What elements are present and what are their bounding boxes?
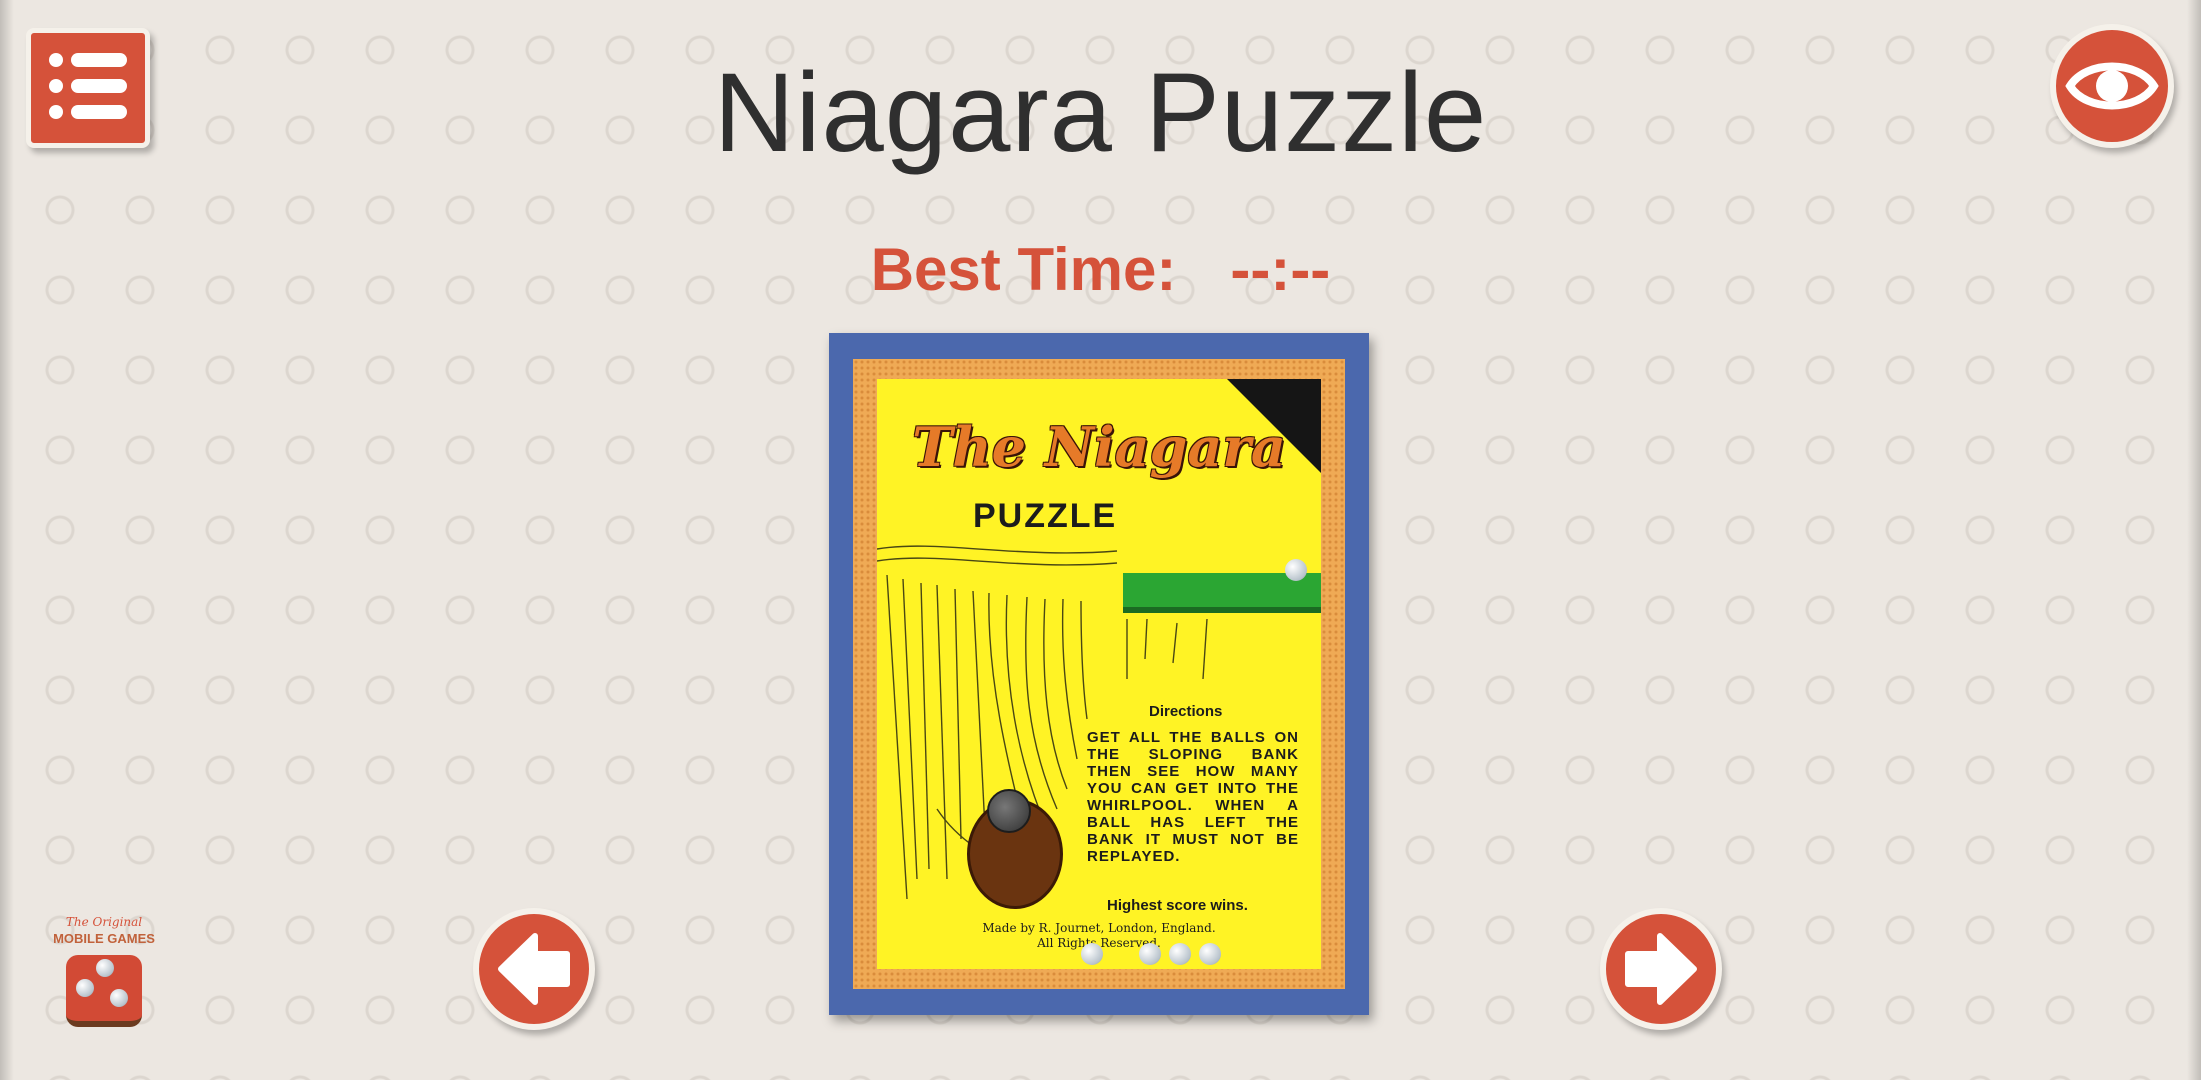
directions-footer: Highest score wins. bbox=[1107, 897, 1248, 914]
ball[interactable] bbox=[1169, 943, 1191, 965]
directions-title: Directions bbox=[1149, 703, 1223, 720]
brand-logo[interactable]: The Original MOBILE GAMES bbox=[44, 915, 174, 1035]
puzzle-brand: The Niagara bbox=[912, 415, 1286, 479]
previous-puzzle-button[interactable] bbox=[473, 908, 595, 1030]
arrow-right-icon bbox=[1625, 933, 1697, 1005]
puzzle-board[interactable]: The Niagara PUZZLE Directions GET ALL TH… bbox=[829, 333, 1369, 1015]
directions-text: GET ALL THE BALLS ON THE SLOPING BANK TH… bbox=[1087, 729, 1299, 865]
maker-line-1: Made by R. Journet, London, England. bbox=[982, 921, 1216, 935]
logo-ball bbox=[96, 959, 114, 977]
dice-logo-icon bbox=[66, 955, 142, 1027]
best-time-value: --:-- bbox=[1230, 236, 1331, 303]
whirlpool-hole bbox=[987, 789, 1031, 833]
logo-title: MOBILE GAMES bbox=[53, 931, 155, 946]
arrow-left-icon bbox=[498, 933, 570, 1005]
ball[interactable] bbox=[1139, 943, 1161, 965]
page-title: Niagara Puzzle bbox=[713, 50, 1488, 175]
best-time-label: Best Time: bbox=[870, 236, 1177, 303]
ball[interactable] bbox=[1081, 943, 1103, 965]
logo-tagline: The Original bbox=[65, 915, 143, 929]
puzzle-subtitle: PUZZLE bbox=[973, 497, 1118, 535]
ball[interactable] bbox=[1199, 943, 1221, 965]
ball[interactable] bbox=[1285, 559, 1307, 581]
best-time: Best Time: --:-- bbox=[0, 230, 2201, 310]
logo-ball bbox=[110, 989, 128, 1007]
logo-ball bbox=[76, 979, 94, 997]
next-puzzle-button[interactable] bbox=[1600, 908, 1722, 1030]
puzzle-cork-border: The Niagara PUZZLE Directions GET ALL TH… bbox=[853, 359, 1345, 989]
puzzle-card: The Niagara PUZZLE Directions GET ALL TH… bbox=[877, 379, 1321, 969]
